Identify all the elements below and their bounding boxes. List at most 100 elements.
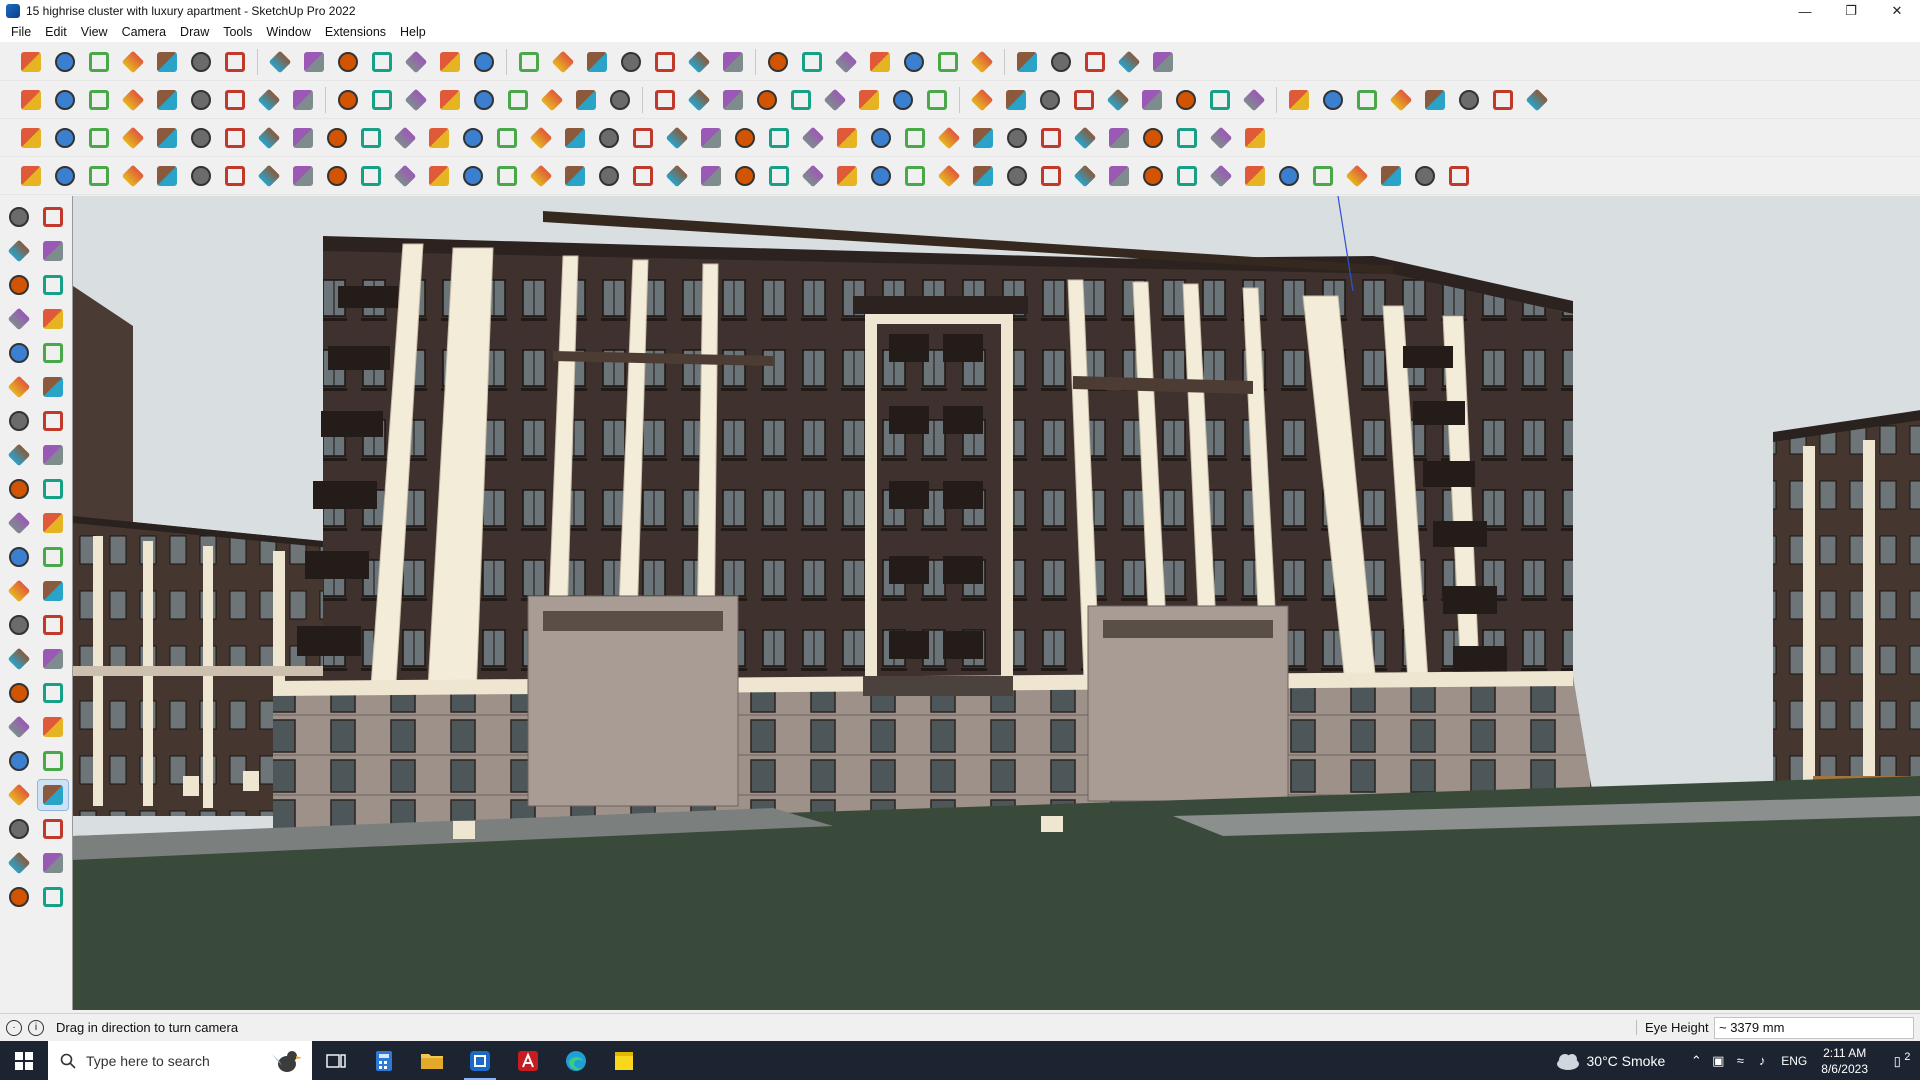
dots-icon[interactable] [1206, 123, 1236, 153]
notification-center-button[interactable]: ▯ 2 [1884, 1051, 1920, 1069]
red-knife-icon[interactable] [1239, 85, 1269, 115]
panel-icon[interactable] [1522, 85, 1552, 115]
red-plus-icon[interactable] [424, 123, 454, 153]
redo-icon[interactable] [1114, 47, 1144, 77]
menu-draw[interactable]: Draw [173, 22, 216, 42]
chair-icon[interactable] [934, 123, 964, 153]
rectangle-icon[interactable] [4, 338, 34, 368]
fx-icon[interactable] [786, 85, 816, 115]
user-icon[interactable] [797, 47, 827, 77]
position-camera-icon[interactable] [38, 814, 68, 844]
model-viewport[interactable] [72, 196, 1920, 1010]
menu-view[interactable]: View [74, 22, 115, 42]
3d-arrow-e-icon[interactable] [288, 85, 318, 115]
cloud-icon[interactable] [1171, 85, 1201, 115]
draw-n-icon[interactable] [458, 161, 488, 191]
stairs-icon[interactable] [866, 123, 896, 153]
draw-z-icon[interactable] [866, 161, 896, 191]
blue-x-icon[interactable] [492, 123, 522, 153]
follow-me-icon[interactable] [38, 508, 68, 538]
arc-icon[interactable] [1069, 85, 1099, 115]
green-tile-icon[interactable] [118, 123, 148, 153]
arc-icon[interactable] [4, 406, 34, 436]
flag-icon[interactable] [288, 123, 318, 153]
follow-me-icon[interactable] [265, 47, 295, 77]
measurements-input[interactable]: ~ 3379 mm [1714, 1017, 1914, 1039]
box-iso-icon[interactable] [16, 85, 46, 115]
house-a-icon[interactable] [605, 85, 635, 115]
look-around-icon[interactable] [37, 779, 69, 811]
menu-tools[interactable]: Tools [216, 22, 259, 42]
red-arrow-icon[interactable] [798, 123, 828, 153]
hook-icon[interactable] [356, 123, 386, 153]
grid-a-icon[interactable] [1352, 85, 1382, 115]
taskbar-search[interactable]: Type here to search [48, 1041, 312, 1080]
box-front-icon[interactable] [84, 85, 114, 115]
draw-f-icon[interactable] [186, 161, 216, 191]
wifi-icon[interactable]: ≈ [1729, 1053, 1751, 1068]
glove-icon[interactable] [1454, 85, 1484, 115]
orange-grid-c-icon[interactable] [1138, 123, 1168, 153]
tile-icon[interactable] [1488, 85, 1518, 115]
close-button[interactable]: ✕ [1874, 0, 1920, 22]
hex-b-icon[interactable] [967, 85, 997, 115]
zoom-extents-icon[interactable] [4, 746, 34, 776]
dimension-icon[interactable] [38, 576, 68, 606]
draw-al-icon[interactable] [1274, 161, 1304, 191]
draw-g-icon[interactable] [220, 161, 250, 191]
gears-icon[interactable] [1002, 123, 1032, 153]
axes-icon[interactable] [4, 644, 34, 674]
red-square-icon[interactable] [220, 123, 250, 153]
mug-icon[interactable] [764, 123, 794, 153]
house-c-icon[interactable] [684, 85, 714, 115]
rotated-rect-icon[interactable] [38, 338, 68, 368]
zoom-extents-icon[interactable] [16, 47, 46, 77]
paint-icon[interactable] [118, 85, 148, 115]
tape-measure-icon[interactable] [401, 47, 431, 77]
3d-arrow-b-icon[interactable] [186, 85, 216, 115]
layer-a-icon[interactable] [4, 882, 34, 912]
select-icon[interactable] [50, 47, 80, 77]
draw-b-icon[interactable] [50, 161, 80, 191]
face-a-icon[interactable] [435, 85, 465, 115]
info-icon[interactable]: i [28, 1019, 44, 1036]
polygon-icon[interactable] [38, 372, 68, 402]
arc-2-icon[interactable] [4, 440, 34, 470]
sandbox-tool-icon[interactable] [1012, 47, 1042, 77]
menu-camera[interactable]: Camera [115, 22, 173, 42]
pan-icon[interactable] [548, 47, 578, 77]
red-shape-icon[interactable] [968, 123, 998, 153]
sticky-notes-app[interactable] [600, 1041, 648, 1080]
section-plane-icon[interactable] [4, 848, 34, 878]
section-display-icon[interactable] [1046, 47, 1076, 77]
draw-ac-icon[interactable] [968, 161, 998, 191]
draw-h-icon[interactable] [254, 161, 284, 191]
draw-ab-icon[interactable] [934, 161, 964, 191]
warning-icon[interactable] [594, 123, 624, 153]
orange-grid-icon[interactable] [1070, 123, 1100, 153]
component-icon[interactable] [4, 270, 34, 300]
paint-bucket-icon[interactable] [469, 47, 499, 77]
sandbox-up-icon[interactable] [933, 47, 963, 77]
house-b-icon[interactable] [650, 85, 680, 115]
draw-aa-icon[interactable] [900, 161, 930, 191]
cone-a-icon[interactable] [1318, 85, 1348, 115]
green-grid-icon[interactable] [832, 123, 862, 153]
push-pull-icon[interactable] [220, 47, 250, 77]
draw-v-icon[interactable] [730, 161, 760, 191]
draw-an-icon[interactable] [1342, 161, 1372, 191]
draw-am-icon[interactable] [1308, 161, 1338, 191]
circle-icon[interactable] [922, 85, 952, 115]
pencil-line-icon[interactable] [118, 47, 148, 77]
geo-location-icon[interactable]: · [6, 1019, 22, 1036]
swap-icon[interactable] [900, 123, 930, 153]
sketchup-app[interactable] [456, 1041, 504, 1080]
draw-ah-icon[interactable] [1138, 161, 1168, 191]
sandbox-down-icon[interactable] [967, 47, 997, 77]
tape-measure-icon[interactable] [4, 576, 34, 606]
input-language[interactable]: ENG [1781, 1054, 1807, 1068]
draw-a-icon[interactable] [16, 161, 46, 191]
volume-icon[interactable]: ♪ [1751, 1053, 1773, 1068]
section-plane-icon[interactable] [650, 47, 680, 77]
file-explorer-app[interactable] [408, 1041, 456, 1080]
